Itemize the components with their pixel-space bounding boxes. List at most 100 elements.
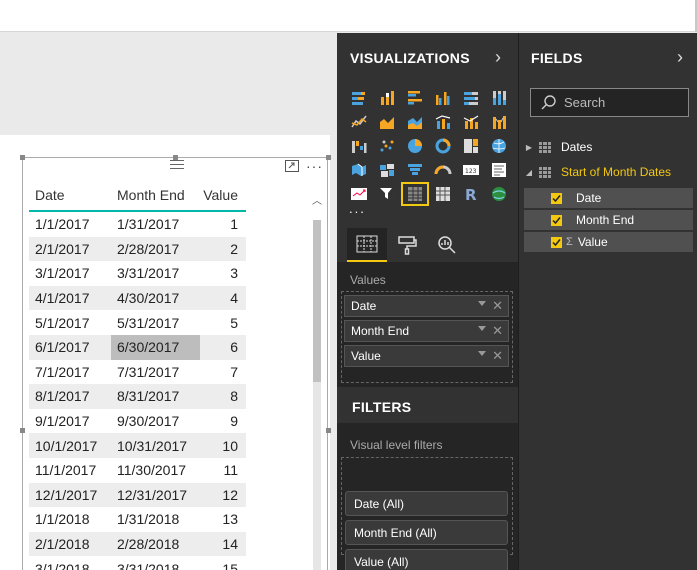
column-header-value[interactable]: Value — [200, 187, 246, 203]
cell-month-end[interactable]: 8/31/2017 — [111, 384, 200, 409]
well-field-value[interactable]: Value ✕ — [344, 345, 509, 367]
slicer-icon[interactable] — [373, 182, 401, 206]
cell-date[interactable]: 3/1/2018 — [29, 561, 111, 570]
cell-value[interactable]: 6 — [200, 339, 246, 355]
cell-value[interactable]: 14 — [200, 536, 246, 552]
cell-month-end[interactable]: 1/31/2017 — [111, 212, 200, 237]
column-header-date[interactable]: Date — [29, 187, 111, 203]
more-options-icon[interactable]: ··· — [306, 158, 323, 174]
cell-month-end[interactable]: 2/28/2017 — [111, 237, 200, 262]
cell-month-end[interactable]: 4/30/2017 — [111, 286, 200, 311]
table-row[interactable]: 1/1/2017 1/31/2017 1 — [29, 212, 246, 237]
cell-date[interactable]: 3/1/2017 — [29, 265, 111, 281]
filter-card-date[interactable]: Date (All) — [345, 491, 508, 516]
line-clustered-column-icon[interactable] — [429, 110, 457, 134]
cell-value[interactable]: 3 — [200, 265, 246, 281]
arcgis-icon[interactable] — [485, 182, 513, 206]
chevron-down-icon[interactable] — [478, 351, 486, 356]
cell-month-end[interactable]: 6/30/2017 — [111, 334, 200, 360]
cell-value[interactable]: 15 — [200, 561, 246, 570]
cell-date[interactable]: 4/1/2017 — [29, 290, 111, 306]
cell-month-end[interactable]: 12/31/2017 — [111, 483, 200, 508]
checkbox-checked-icon[interactable] — [551, 214, 562, 226]
table-row[interactable]: 3/1/2018 3/31/2018 15 — [29, 556, 246, 570]
scroll-thumb[interactable] — [313, 220, 321, 382]
table-scrollbar[interactable]: ︿ — [310, 190, 324, 570]
shape-map-icon[interactable] — [373, 158, 401, 182]
cell-date[interactable]: 12/1/2017 — [29, 487, 111, 503]
cell-month-end[interactable]: 1/31/2018 — [111, 507, 200, 532]
cell-value[interactable]: 10 — [200, 438, 246, 454]
cell-value[interactable]: 9 — [200, 413, 246, 429]
cell-value[interactable]: 4 — [200, 290, 246, 306]
line-chart-icon[interactable] — [345, 110, 373, 134]
remove-field-icon[interactable]: ✕ — [492, 323, 503, 339]
table-row[interactable]: 7/1/2017 7/31/2017 7 — [29, 360, 246, 385]
table-row[interactable]: 4/1/2017 4/30/2017 4 — [29, 285, 246, 311]
cell-value[interactable]: 13 — [200, 511, 246, 527]
table-row[interactable]: 9/1/2017 9/30/2017 9 — [29, 409, 246, 434]
cell-date[interactable]: 2/1/2018 — [29, 536, 111, 552]
table-row[interactable]: 11/1/2017 11/30/2017 11 — [29, 458, 246, 483]
cell-month-end[interactable]: 10/31/2017 — [111, 433, 200, 458]
drag-grip-icon[interactable] — [170, 160, 184, 169]
scatter-icon[interactable] — [373, 134, 401, 158]
collapse-fields-icon[interactable]: › — [677, 47, 683, 68]
expand-caret-icon[interactable]: ▶ — [519, 143, 539, 152]
cell-date[interactable]: 1/1/2017 — [29, 216, 111, 232]
cell-value[interactable]: 12 — [200, 487, 246, 503]
cell-value[interactable]: 2 — [200, 241, 246, 257]
cell-value[interactable]: 8 — [200, 388, 246, 404]
pie-icon[interactable] — [401, 134, 429, 158]
well-field-month-end[interactable]: Month End ✕ — [344, 320, 509, 342]
cell-date[interactable]: 9/1/2017 — [29, 413, 111, 429]
cell-value[interactable]: 7 — [200, 364, 246, 380]
field-value[interactable]: Σ Value — [524, 232, 693, 252]
tab-analytics[interactable] — [427, 228, 467, 262]
table-row[interactable]: 8/1/2017 8/31/2017 8 — [29, 384, 246, 409]
matrix-icon[interactable] — [429, 182, 457, 206]
cell-value[interactable]: 5 — [200, 315, 246, 331]
r-visual-icon[interactable]: R — [457, 182, 485, 206]
table-row[interactable]: 2/1/2018 2/28/2018 14 — [29, 531, 246, 557]
donut-icon[interactable] — [429, 134, 457, 158]
cell-month-end[interactable]: 9/30/2017 — [111, 409, 200, 434]
cell-date[interactable]: 10/1/2017 — [29, 438, 111, 454]
map-icon[interactable] — [485, 134, 513, 158]
cell-date[interactable]: 2/1/2017 — [29, 241, 111, 257]
remove-field-icon[interactable]: ✕ — [492, 298, 503, 314]
cell-month-end[interactable]: 7/31/2017 — [111, 360, 200, 385]
card-icon[interactable]: 123 — [457, 158, 485, 182]
treemap-icon[interactable] — [457, 134, 485, 158]
collapse-caret-icon[interactable]: ◢ — [519, 168, 539, 177]
field-date[interactable]: Date — [524, 188, 693, 208]
chevron-down-icon[interactable] — [478, 301, 486, 306]
stacked-area-icon[interactable] — [401, 110, 429, 134]
multi-row-card-icon[interactable] — [485, 158, 513, 182]
table-icon[interactable] — [401, 182, 429, 206]
cell-month-end[interactable]: 2/28/2018 — [111, 532, 200, 557]
ribbon-chart-icon[interactable] — [485, 110, 513, 134]
field-table-dates[interactable]: ▶ Dates — [519, 137, 697, 157]
waterfall-icon[interactable] — [345, 134, 373, 158]
funnel-icon[interactable] — [401, 158, 429, 182]
table-row[interactable]: 12/1/2017 12/31/2017 12 — [29, 482, 246, 508]
table-row[interactable]: 6/1/2017 6/30/2017 6 — [29, 334, 246, 360]
checkbox-checked-icon[interactable] — [551, 236, 562, 248]
cell-date[interactable]: 6/1/2017 — [29, 339, 111, 355]
resize-handle-mr[interactable] — [326, 428, 331, 433]
cell-date[interactable]: 7/1/2017 — [29, 364, 111, 380]
table-row[interactable]: 10/1/2017 10/31/2017 10 — [29, 433, 246, 458]
focus-mode-icon[interactable] — [285, 160, 299, 172]
field-table-start-of-month-dates[interactable]: ◢ Start of Month Dates — [519, 162, 697, 182]
line-stacked-column-icon[interactable] — [457, 110, 485, 134]
cell-date[interactable]: 11/1/2017 — [29, 462, 111, 478]
table-row[interactable]: 2/1/2017 2/28/2017 2 — [29, 236, 246, 262]
table-row[interactable]: 5/1/2017 5/31/2017 5 — [29, 310, 246, 335]
cell-month-end[interactable]: 3/31/2018 — [111, 556, 200, 570]
remove-field-icon[interactable]: ✕ — [492, 348, 503, 364]
clustered-bar-icon[interactable] — [401, 86, 429, 110]
fields-search-input[interactable]: Search — [530, 88, 689, 117]
tab-fields-wells[interactable] — [347, 228, 387, 262]
table-row[interactable]: 3/1/2017 3/31/2017 3 — [29, 261, 246, 286]
